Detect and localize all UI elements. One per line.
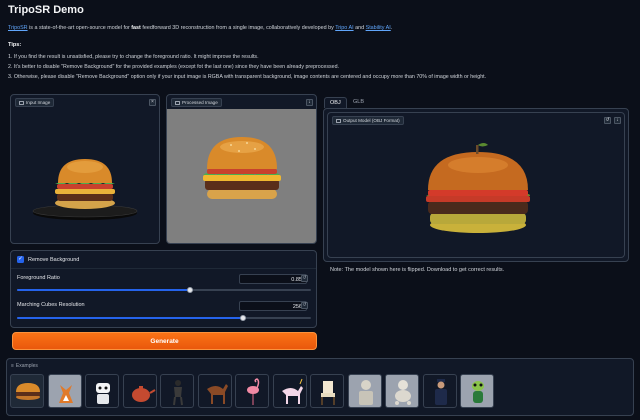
desc-bold: fast <box>131 25 141 31</box>
mc-res-slider-fill <box>17 317 244 319</box>
image-icon <box>19 100 24 105</box>
output-model-label-chip: Output Model (OBJ Format) <box>332 116 404 125</box>
clear-icon[interactable]: × <box>149 99 156 106</box>
output-model-render <box>328 127 624 257</box>
example-flamingo[interactable] <box>235 374 269 408</box>
mc-res-reset-icon[interactable]: ↺ <box>301 302 308 309</box>
tip-2: 2. It's better to disable "Remove Backgr… <box>8 64 340 70</box>
mc-res-label: Marching Cubes Resolution <box>17 302 85 308</box>
stability-ai-link[interactable]: Stability AI <box>366 25 391 31</box>
example-teapot[interactable] <box>122 374 157 408</box>
input-image-label-chip: Input Image <box>15 98 55 107</box>
tripo-ai-link[interactable]: Tripo AI <box>335 25 353 31</box>
fg-ratio-reset-icon[interactable]: ↺ <box>301 275 308 282</box>
desc-text-2: feedforward 3D reconstruction from a sin… <box>140 25 336 31</box>
fg-ratio-slider[interactable] <box>17 287 311 293</box>
undo-icon[interactable]: ↺ <box>604 117 611 124</box>
processed-image <box>167 109 316 243</box>
controls-panel: ✓ Remove Background Foreground Ratio 0.8… <box>10 250 317 328</box>
fg-ratio-label: Foreground Ratio <box>17 275 60 281</box>
tab-obj[interactable]: OBJ <box>324 97 347 108</box>
tips-title: Tips: <box>8 42 22 48</box>
desc-end: . <box>390 25 393 31</box>
page-title: TripoSR Demo <box>8 4 84 16</box>
example-police[interactable] <box>422 374 457 408</box>
remove-bg-label: Remove Background <box>28 256 80 263</box>
example-fox[interactable] <box>47 374 82 408</box>
mc-res-slider-thumb[interactable] <box>240 315 247 321</box>
mc-res-slider[interactable] <box>17 315 311 321</box>
fg-ratio-slider-fill <box>17 289 191 291</box>
desc-and: and <box>353 25 366 31</box>
tip-1: 1. If you find the result is unsatisfied… <box>8 54 259 60</box>
example-statue[interactable] <box>347 374 382 408</box>
output-model-label: Output Model (OBJ Format) <box>343 118 400 123</box>
example-horse[interactable] <box>197 374 232 408</box>
example-chair[interactable] <box>310 374 344 408</box>
example-poodle[interactable] <box>385 374 419 408</box>
examples-label: Examples <box>15 363 38 369</box>
image-icon <box>175 100 180 105</box>
output-note: Note: The model shown here is flipped. D… <box>330 267 505 273</box>
description: TripoSR is a state-of-the-art open-sourc… <box>8 25 632 31</box>
tab-glb[interactable]: GLB <box>348 97 369 107</box>
fg-ratio-input[interactable]: 0.85 <box>239 274 307 284</box>
cube-icon <box>336 118 341 123</box>
download-icon[interactable]: ↓ <box>306 99 313 106</box>
processed-image-panel: Processed Image ↓ <box>166 94 317 244</box>
input-image-label: Input Image <box>26 100 51 105</box>
examples-header: ≡ Examples <box>11 363 38 369</box>
output-model-panel: Output Model (OBJ Format) ↺ ↓ <box>323 108 629 262</box>
input-image-panel[interactable]: Input Image × <box>10 94 160 244</box>
model-viewer[interactable]: Output Model (OBJ Format) ↺ ↓ <box>327 112 625 258</box>
list-icon: ≡ <box>11 363 14 369</box>
example-robot[interactable] <box>85 374 119 408</box>
triposr-link[interactable]: TripoSR <box>8 25 28 31</box>
processed-image-label: Processed Image <box>182 100 218 105</box>
example-unicorn[interactable] <box>272 374 307 408</box>
example-alien[interactable] <box>460 374 494 408</box>
fg-ratio-slider-thumb[interactable] <box>187 287 194 293</box>
processed-image-label-chip: Processed Image <box>171 98 222 107</box>
generate-button[interactable]: Generate <box>12 332 317 350</box>
example-figure[interactable] <box>160 374 194 408</box>
tip-3: 3. Otherwise, please disable "Remove Bac… <box>8 74 487 80</box>
download-icon[interactable]: ↓ <box>614 117 621 124</box>
mc-res-input[interactable]: 256 <box>239 301 307 311</box>
remove-bg-checkbox[interactable]: ✓ <box>17 256 24 263</box>
input-image <box>11 109 159 243</box>
example-hamburger[interactable] <box>10 374 44 408</box>
desc-text-1: is a state-of-the-art open-source model … <box>27 25 132 31</box>
divider <box>11 268 316 269</box>
remove-bg-row[interactable]: ✓ Remove Background <box>17 256 79 263</box>
